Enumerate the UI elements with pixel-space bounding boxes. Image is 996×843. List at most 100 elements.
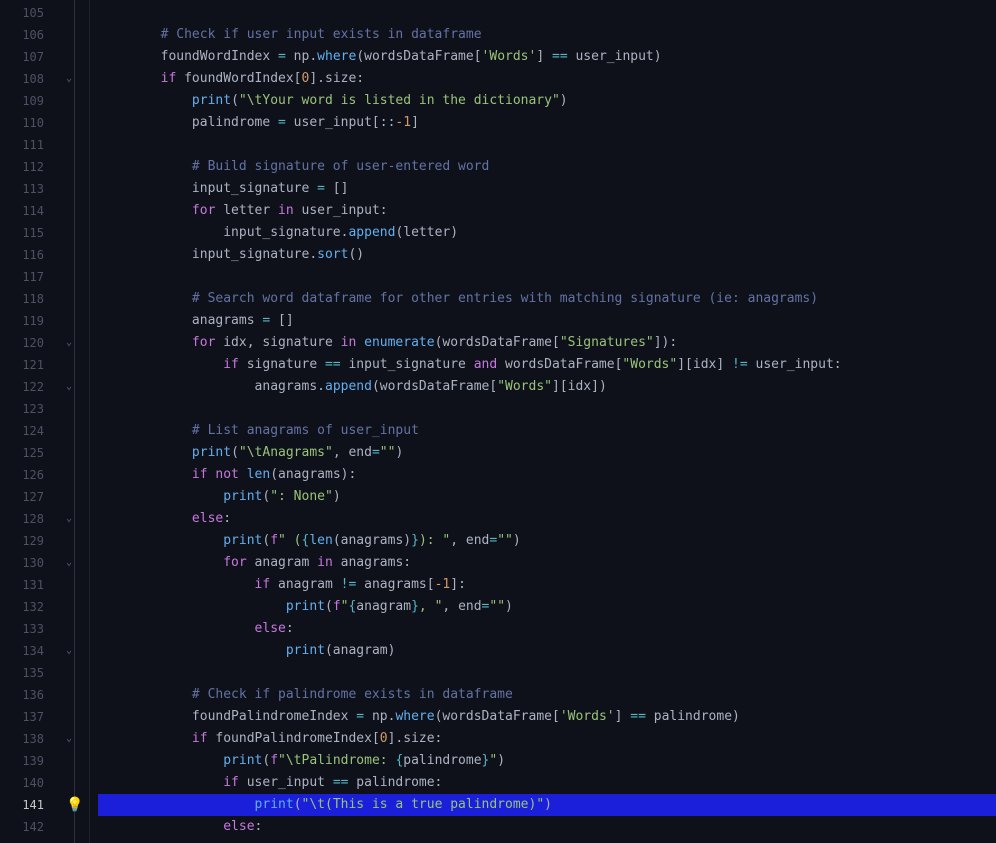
code-token bbox=[98, 71, 161, 86]
code-token: np. bbox=[286, 49, 317, 64]
code-line[interactable]: foundPalindromeIndex = np.where(wordsDat… bbox=[98, 706, 996, 728]
code-line[interactable] bbox=[98, 398, 996, 420]
code-token: ( bbox=[294, 797, 302, 812]
code-token: foundWordIndex[ bbox=[176, 71, 301, 86]
code-line[interactable]: else: bbox=[98, 816, 996, 838]
line-number: 123 bbox=[0, 398, 62, 420]
code-token bbox=[98, 533, 223, 548]
code-line[interactable]: for idx, signature in enumerate(wordsDat… bbox=[98, 332, 996, 354]
code-token bbox=[98, 797, 255, 812]
line-number: 131 bbox=[0, 574, 62, 596]
code-token: (wordsDataFrame[ bbox=[372, 379, 497, 394]
code-token: (anagrams) bbox=[333, 533, 411, 548]
code-token: # Build signature of user-entered word bbox=[192, 159, 489, 174]
code-token bbox=[98, 775, 223, 790]
code-line[interactable]: if signature == input_signature and word… bbox=[98, 354, 996, 376]
code-line[interactable]: # Build signature of user-entered word bbox=[98, 156, 996, 178]
code-line[interactable]: for anagram in anagrams: bbox=[98, 552, 996, 574]
code-line[interactable]: else: bbox=[98, 508, 996, 530]
code-token: (anagram) bbox=[325, 643, 395, 658]
fold-marker-icon[interactable]: ⌄ bbox=[66, 640, 72, 662]
code-token: "\tPalindrome: bbox=[278, 753, 395, 768]
code-line[interactable]: if foundWordIndex[0].size: bbox=[98, 68, 996, 90]
code-line[interactable]: if anagram != anagrams[-1]: bbox=[98, 574, 996, 596]
fold-marker-icon[interactable]: ⌄ bbox=[66, 552, 72, 574]
code-token: print bbox=[192, 93, 231, 108]
code-token: ]: bbox=[450, 577, 466, 592]
code-token: for bbox=[192, 203, 215, 218]
code-line[interactable]: print(f"{anagram}, ", end="") bbox=[98, 596, 996, 618]
code-line[interactable]: print("\t(This is a true palindrome)") bbox=[98, 794, 996, 816]
code-token: input_signature. bbox=[192, 247, 317, 262]
line-number: 127 bbox=[0, 486, 62, 508]
code-token: anagrams. bbox=[255, 379, 325, 394]
code-token: -1 bbox=[435, 577, 451, 592]
lightbulb-icon[interactable]: 💡 bbox=[66, 794, 83, 816]
line-number: 108 bbox=[0, 68, 62, 90]
code-line[interactable]: print("\tAnagrams", end="") bbox=[98, 442, 996, 464]
line-number: 105 bbox=[0, 2, 62, 24]
code-token: f bbox=[270, 533, 278, 548]
code-token: ) bbox=[505, 599, 513, 614]
code-line[interactable]: input_signature.append(letter) bbox=[98, 222, 996, 244]
code-token: , bbox=[450, 533, 466, 548]
code-line[interactable]: print("\tYour word is listed in the dict… bbox=[98, 90, 996, 112]
code-token: if bbox=[223, 775, 239, 790]
code-token bbox=[98, 577, 255, 592]
fold-marker-icon[interactable]: ⌄ bbox=[66, 728, 72, 750]
fold-marker-icon[interactable]: ⌄ bbox=[66, 68, 72, 90]
code-token bbox=[98, 335, 192, 350]
code-token: print bbox=[255, 797, 294, 812]
code-line[interactable] bbox=[98, 2, 996, 24]
code-token: wordsDataFrame[ bbox=[497, 357, 622, 372]
code-token: ( bbox=[231, 93, 239, 108]
code-line[interactable]: if foundPalindromeIndex[0].size: bbox=[98, 728, 996, 750]
code-line[interactable]: # Search word dataframe for other entrie… bbox=[98, 288, 996, 310]
code-line[interactable]: print(f"\tPalindrome: {palindrome}") bbox=[98, 750, 996, 772]
code-token: : bbox=[223, 511, 231, 526]
code-line[interactable]: # Check if user input exists in datafram… bbox=[98, 24, 996, 46]
code-line[interactable]: if not len(anagrams): bbox=[98, 464, 996, 486]
code-line[interactable] bbox=[98, 662, 996, 684]
line-number: 120 bbox=[0, 332, 62, 354]
code-line[interactable]: foundWordIndex = np.where(wordsDataFrame… bbox=[98, 46, 996, 68]
fold-marker-icon[interactable]: ⌄ bbox=[66, 376, 72, 398]
code-token bbox=[98, 379, 255, 394]
code-token: end bbox=[458, 599, 481, 614]
code-line[interactable]: anagrams = [] bbox=[98, 310, 996, 332]
code-token: foundPalindromeIndex bbox=[192, 709, 356, 724]
code-line[interactable]: print(": None") bbox=[98, 486, 996, 508]
code-token: # Check if user input exists in datafram… bbox=[161, 27, 482, 42]
code-line[interactable]: anagrams.append(wordsDataFrame["Words"][… bbox=[98, 376, 996, 398]
code-line[interactable]: if user_input == palindrome: bbox=[98, 772, 996, 794]
code-token: # Check if palindrome exists in datafram… bbox=[192, 687, 513, 702]
code-line[interactable]: print(f" ({len(anagrams)}): ", end="") bbox=[98, 530, 996, 552]
code-area[interactable]: # Check if user input exists in datafram… bbox=[90, 0, 996, 843]
code-line[interactable]: for letter in user_input: bbox=[98, 200, 996, 222]
code-line[interactable]: input_signature = [] bbox=[98, 178, 996, 200]
code-line[interactable]: else: bbox=[98, 618, 996, 640]
line-number: 124 bbox=[0, 420, 62, 442]
code-token: 'Words' bbox=[560, 709, 615, 724]
code-token: (wordsDataFrame[ bbox=[356, 49, 481, 64]
code-line[interactable]: # Check if palindrome exists in datafram… bbox=[98, 684, 996, 706]
fold-marker-icon[interactable]: ⌄ bbox=[66, 332, 72, 354]
code-token: for bbox=[192, 335, 215, 350]
code-token: } bbox=[411, 599, 419, 614]
code-line[interactable] bbox=[98, 134, 996, 156]
code-token: end bbox=[348, 445, 371, 460]
code-editor[interactable]: 1051061071081091101111121131141151161171… bbox=[0, 0, 996, 843]
code-token: == bbox=[325, 357, 341, 372]
code-token: ) bbox=[497, 753, 505, 768]
code-line[interactable]: print(anagram) bbox=[98, 640, 996, 662]
code-line[interactable]: input_signature.sort() bbox=[98, 244, 996, 266]
code-line[interactable]: palindrome = user_input[::-1] bbox=[98, 112, 996, 134]
code-line[interactable]: # List anagrams of user_input bbox=[98, 420, 996, 442]
code-token: (wordsDataFrame[ bbox=[435, 709, 560, 724]
line-number: 113 bbox=[0, 178, 62, 200]
code-token: "" bbox=[380, 445, 396, 460]
line-number: 134 bbox=[0, 640, 62, 662]
code-line[interactable] bbox=[98, 266, 996, 288]
fold-marker-icon[interactable]: ⌄ bbox=[66, 508, 72, 530]
code-token: != bbox=[732, 357, 748, 372]
